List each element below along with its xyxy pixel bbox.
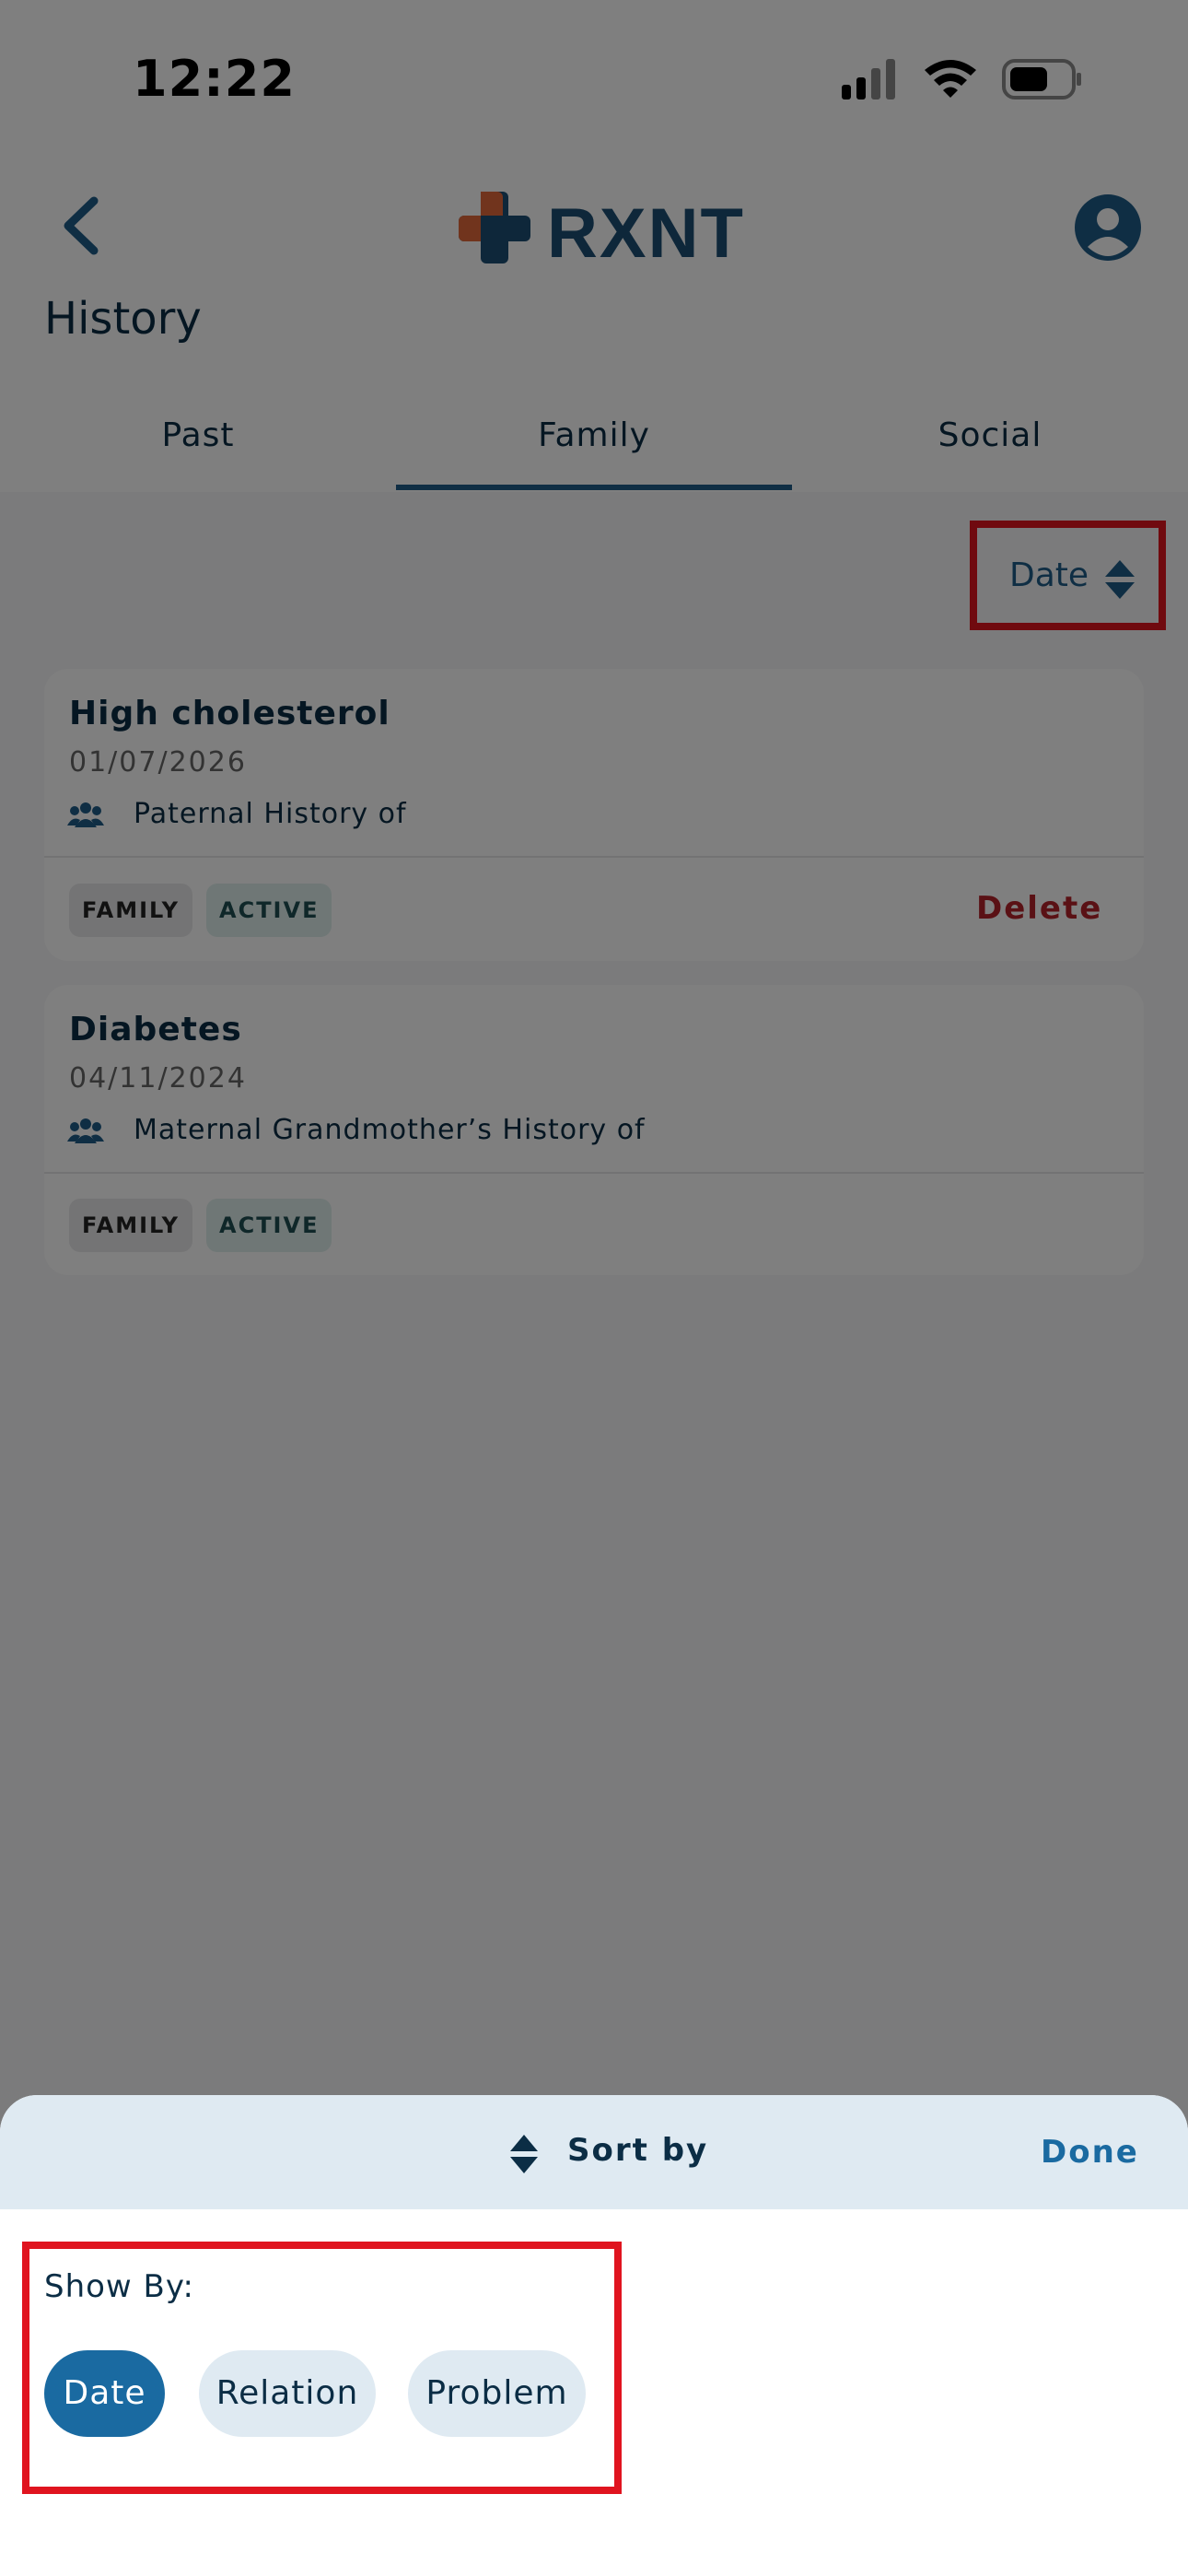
- done-button[interactable]: Done: [1041, 2134, 1139, 2171]
- highlight-box-show-by: [22, 2242, 622, 2494]
- sort-sheet-title: Sort by: [567, 2132, 709, 2169]
- sort-arrows-icon: [510, 2135, 538, 2173]
